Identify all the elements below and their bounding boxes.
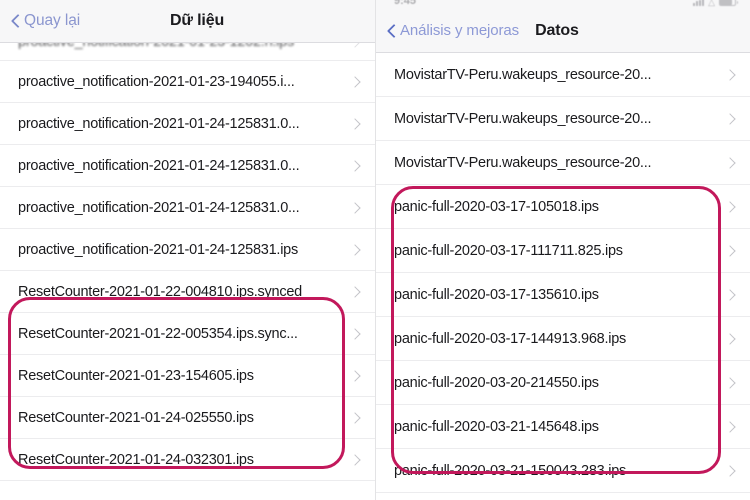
list-item-label: panic-full-2020-03-21-150043.283.ips: [394, 462, 627, 479]
list-item-label: panic-full-2020-03-17-135610.ips: [394, 286, 599, 303]
list-item-label: MovistarTV-Peru.wakeups_resource-20...: [394, 154, 652, 171]
list-item[interactable]: panic-full-2020-03-17-144913.968.ips: [376, 317, 750, 361]
list-item-label: panic-full-2020-03-21-145648.ips: [394, 418, 599, 435]
chevron-right-icon: [726, 111, 736, 127]
list-item[interactable]: panic-full-2020-03-21-150043.283.ips: [376, 449, 750, 493]
list-item-label: proactive_notification-2021-01-23-194055…: [18, 73, 295, 90]
list-item[interactable]: panic-full-2020-03-17-111711.825.ips: [376, 229, 750, 273]
list-item[interactable]: panic-full-2020-03-17-105018.ips: [376, 185, 750, 229]
list-item[interactable]: proactive_notification-2021-01-24-125831…: [0, 103, 375, 145]
list-item[interactable]: ResetCounter-2021-01-22-004810.ips.synce…: [0, 271, 375, 313]
chevron-right-icon: [726, 199, 736, 215]
chevron-right-icon: [726, 331, 736, 347]
right-page-title: Datos: [535, 21, 579, 39]
right-back-label: Análisis y mejoras: [400, 22, 520, 39]
left-screenshot-panel: Quay lại Dữ liệu proactive_notification-…: [0, 0, 375, 500]
right-status-bar: 9:45 △: [376, 0, 750, 9]
chevron-right-icon: [351, 43, 361, 50]
chevron-right-icon: [351, 116, 361, 132]
left-page-title: Dữ liệu: [170, 12, 225, 29]
left-navigation-bar: Quay lại Dữ liệu: [0, 0, 375, 43]
chevron-right-icon: [726, 463, 736, 479]
chevron-right-icon: [351, 200, 361, 216]
list-item[interactable]: ResetCounter-2021-01-24-025550.ips: [0, 397, 375, 439]
list-item[interactable]: ResetCounter-2021-01-23-154605.ips: [0, 355, 375, 397]
chevron-right-icon: [726, 155, 736, 171]
list-item-label: panic-full-2020-03-20-214550.ips: [394, 374, 599, 391]
battery-icon: [719, 0, 738, 6]
list-item-label: proactive_notification-2021-01-24-125831…: [18, 241, 298, 258]
list-item[interactable]: proactive_notification-2021-01-23-1202.h…: [0, 43, 375, 61]
list-item[interactable]: proactive_notification-2021-01-24-125831…: [0, 187, 375, 229]
list-item-label: ResetCounter-2021-01-22-005354.ips.sync.…: [18, 325, 298, 342]
status-bar-indicators: △: [693, 0, 738, 7]
left-back-button[interactable]: Quay lại: [12, 12, 80, 30]
chevron-right-icon: [726, 67, 736, 83]
list-item-label: proactive_notification-2021-01-24-125831…: [18, 115, 300, 132]
chevron-left-icon: [12, 13, 21, 29]
list-item-label: ResetCounter-2021-01-24-032301.ips: [18, 451, 254, 468]
chevron-right-icon: [351, 284, 361, 300]
list-item[interactable]: ResetCounter-2021-01-24-032301.ips: [0, 439, 375, 481]
list-item-label: proactive_notification-2021-01-24-125831…: [18, 157, 300, 174]
cellular-signal-icon: [693, 0, 705, 6]
list-item-label: proactive_notification-2021-01-23-1202.h…: [18, 43, 294, 50]
chevron-right-icon: [351, 74, 361, 90]
left-file-list: proactive_notification-2021-01-23-1202.h…: [0, 43, 375, 481]
status-bar-clock: 9:45: [394, 0, 417, 7]
list-item[interactable]: MovistarTV-Peru.wakeups_resource-20...: [376, 53, 750, 97]
list-item-label: ResetCounter-2021-01-24-025550.ips: [18, 409, 254, 426]
right-navigation-bar: Análisis y mejoras Datos: [376, 9, 750, 53]
chevron-left-icon: [388, 23, 397, 39]
list-item-label: proactive_notification-2021-01-24-125831…: [18, 199, 300, 216]
list-item-label: ResetCounter-2021-01-22-004810.ips.synce…: [18, 283, 302, 300]
list-item[interactable]: MovistarTV-Peru.wakeups_resource-20...: [376, 141, 750, 185]
list-item[interactable]: ResetCounter-2021-01-22-005354.ips.sync.…: [0, 313, 375, 355]
list-item-label: panic-full-2020-03-17-105018.ips: [394, 198, 599, 215]
screenshot-root: Quay lại Dữ liệu proactive_notification-…: [0, 0, 750, 500]
wifi-icon: △: [708, 0, 715, 7]
list-item[interactable]: panic-full-2020-03-21-145648.ips: [376, 405, 750, 449]
list-item[interactable]: panic-full-2020-03-17-135610.ips: [376, 273, 750, 317]
right-file-list: MovistarTV-Peru.wakeups_resource-20... Mo…: [376, 53, 750, 493]
chevron-right-icon: [351, 410, 361, 426]
list-item[interactable]: panic-full-2020-03-20-214550.ips: [376, 361, 750, 405]
chevron-right-icon: [351, 242, 361, 258]
list-item-label: ResetCounter-2021-01-23-154605.ips: [18, 367, 254, 384]
chevron-right-icon: [351, 452, 361, 468]
right-back-button[interactable]: Análisis y mejoras: [388, 22, 519, 39]
chevron-right-icon: [726, 419, 736, 435]
right-screenshot-panel: 9:45 △ Análisis y mejoras Datos Movistar…: [375, 0, 750, 500]
chevron-right-icon: [726, 243, 736, 259]
list-item[interactable]: proactive_notification-2021-01-24-125831…: [0, 229, 375, 271]
chevron-right-icon: [726, 287, 736, 303]
chevron-right-icon: [351, 158, 361, 174]
chevron-right-icon: [351, 326, 361, 342]
list-item-label: panic-full-2020-03-17-111711.825.ips: [394, 242, 623, 259]
list-item-label: MovistarTV-Peru.wakeups_resource-20...: [394, 110, 652, 127]
chevron-right-icon: [351, 368, 361, 384]
list-item-label: panic-full-2020-03-17-144913.968.ips: [394, 330, 627, 347]
left-back-label: Quay lại: [24, 12, 81, 29]
list-item-label: MovistarTV-Peru.wakeups_resource-20...: [394, 66, 652, 83]
list-item[interactable]: proactive_notification-2021-01-24-125831…: [0, 145, 375, 187]
list-item[interactable]: MovistarTV-Peru.wakeups_resource-20...: [376, 97, 750, 141]
chevron-right-icon: [726, 375, 736, 391]
list-item[interactable]: proactive_notification-2021-01-23-194055…: [0, 61, 375, 103]
